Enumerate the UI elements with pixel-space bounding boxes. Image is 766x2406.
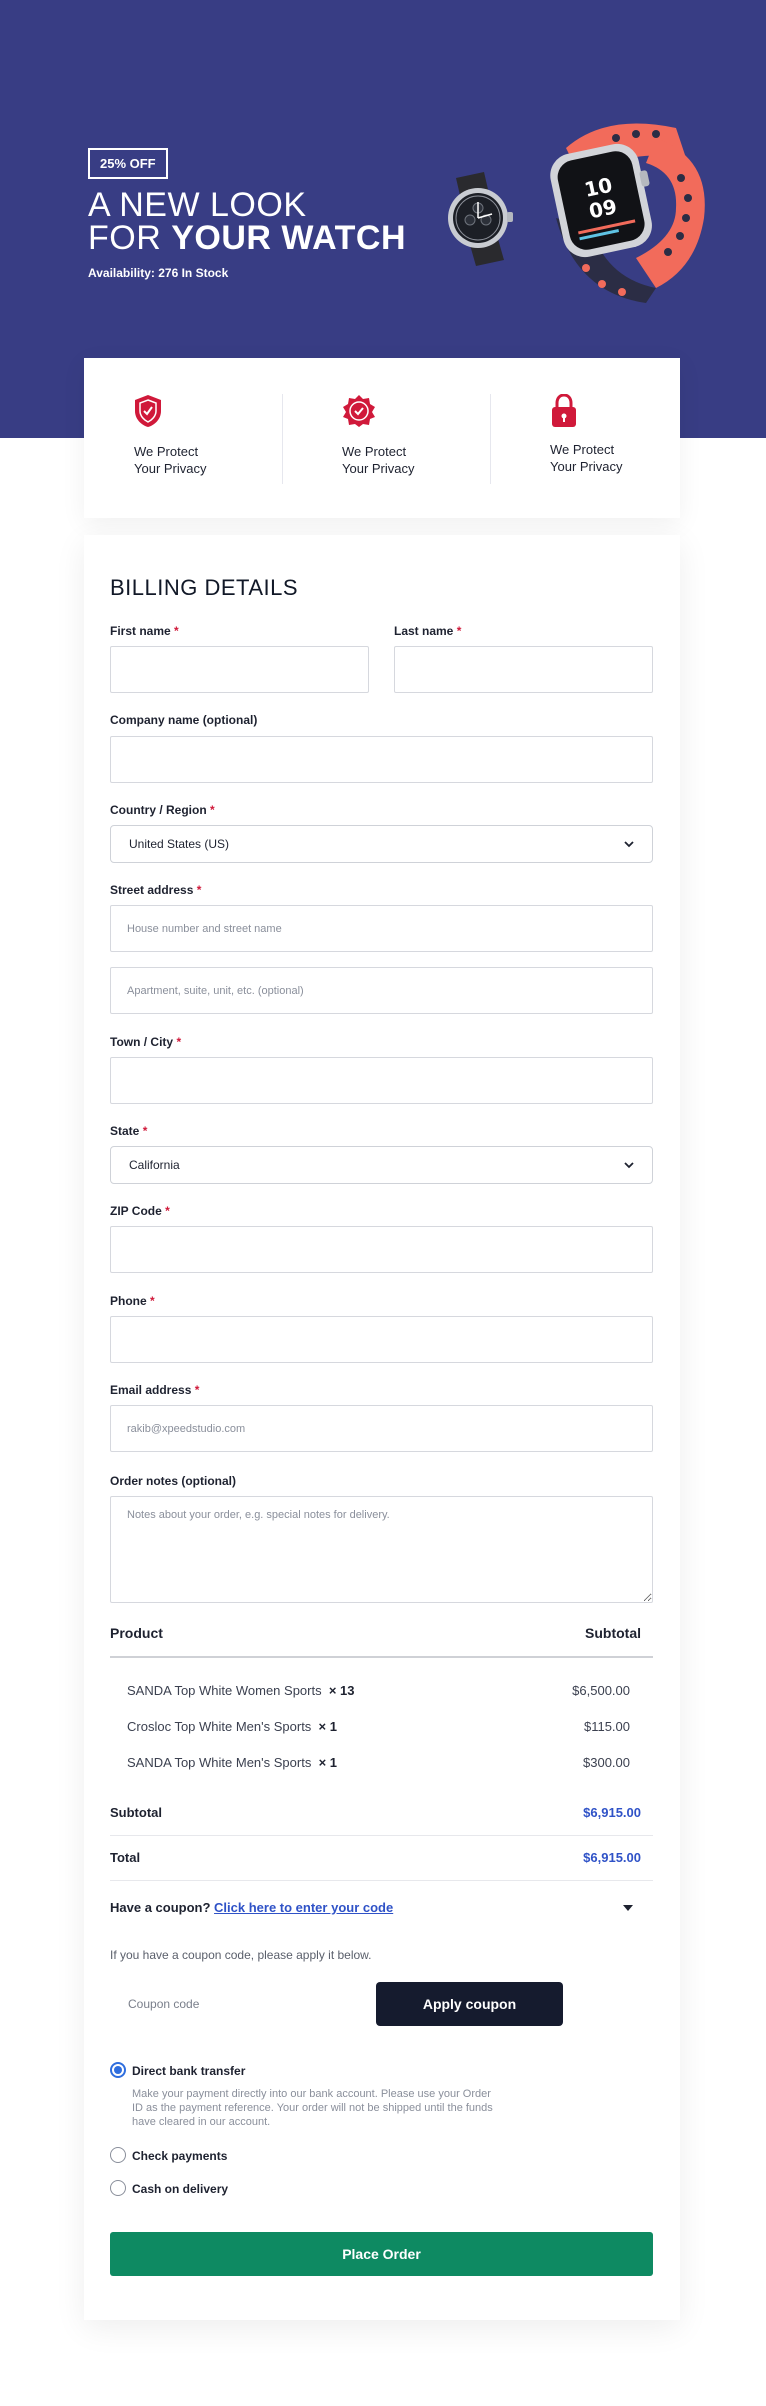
coupon-note: If you have a coupon code, please apply … bbox=[110, 1948, 372, 1962]
first-name-input[interactable] bbox=[110, 646, 369, 693]
country-selected-value: United States (US) bbox=[129, 837, 230, 851]
classic-watch-image bbox=[448, 172, 513, 266]
bank-transfer-description: Make your payment directly into our bank… bbox=[132, 2088, 493, 2128]
item-qty: × 1 bbox=[318, 1719, 337, 1734]
last-name-input[interactable] bbox=[394, 646, 653, 693]
total-label: Total bbox=[110, 1850, 141, 1865]
item-price: $300.00 bbox=[583, 1755, 630, 1770]
street-address-input[interactable] bbox=[110, 905, 653, 952]
order-notes-label: Order notes (optional) bbox=[110, 1474, 236, 1488]
feature-subtitle: Your Privacy bbox=[342, 461, 415, 476]
state-label: State * bbox=[110, 1124, 148, 1138]
item-name: SANDA Top White Men's Sports bbox=[127, 1755, 312, 1770]
country-label: Country / Region * bbox=[110, 803, 215, 817]
city-label: Town / City * bbox=[110, 1035, 182, 1049]
bank-transfer-label[interactable]: Direct bank transfer bbox=[132, 2064, 245, 2078]
padlock-icon bbox=[552, 393, 576, 427]
discount-badge: 25% OFF bbox=[88, 148, 168, 179]
smart-watch-image: 10 09 bbox=[550, 123, 705, 303]
item-qty: × 1 bbox=[318, 1755, 337, 1770]
state-selected-value: California bbox=[129, 1158, 180, 1172]
feature-title: We Protect bbox=[550, 442, 615, 457]
badge-check-icon bbox=[343, 395, 375, 427]
order-notes-textarea[interactable] bbox=[110, 1496, 653, 1603]
street-address-2-input[interactable] bbox=[110, 967, 653, 1014]
item-price: $6,500.00 bbox=[572, 1683, 630, 1698]
shield-check-icon bbox=[135, 395, 161, 427]
place-order-button[interactable]: Place Order bbox=[110, 2232, 653, 2276]
phone-input[interactable] bbox=[110, 1316, 653, 1363]
zip-label: ZIP Code * bbox=[110, 1204, 170, 1218]
first-name-label: First name * bbox=[110, 624, 179, 638]
feature-divider bbox=[282, 394, 283, 484]
check-payments-radio[interactable] bbox=[110, 2147, 126, 2163]
order-item: Crosloc Top White Men's Sports × 1 $115.… bbox=[127, 1719, 630, 1734]
email-input[interactable] bbox=[110, 1405, 653, 1452]
check-payments-label[interactable]: Check payments bbox=[132, 2149, 227, 2163]
subtotal-amount: $6,915.00 bbox=[583, 1805, 641, 1820]
chevron-down-icon bbox=[624, 1162, 634, 1169]
cash-on-delivery-label[interactable]: Cash on delivery bbox=[132, 2182, 228, 2196]
billing-title: BILLING DETAILS bbox=[110, 575, 299, 600]
caret-down-icon[interactable] bbox=[623, 1905, 633, 1911]
apply-coupon-button[interactable]: Apply coupon bbox=[376, 1982, 563, 2026]
bank-transfer-radio[interactable] bbox=[110, 2062, 126, 2078]
item-price: $115.00 bbox=[583, 1719, 630, 1734]
coupon-toggle-row: Have a coupon? Click here to enter your … bbox=[110, 1900, 653, 1915]
coupon-link[interactable]: Click here to enter your code bbox=[214, 1900, 393, 1915]
country-select[interactable]: United States (US) bbox=[110, 825, 653, 863]
feature-item: We Protect Your Privacy bbox=[500, 393, 680, 475]
chevron-down-icon bbox=[624, 841, 634, 848]
feature-divider bbox=[490, 394, 491, 484]
feature-subtitle: Your Privacy bbox=[550, 459, 623, 474]
item-name: Crosloc Top White Men's Sports bbox=[127, 1719, 312, 1734]
company-label: Company name (optional) bbox=[110, 713, 258, 727]
email-label: Email address * bbox=[110, 1383, 200, 1397]
hero-title-line2: FOR YOUR WATCH bbox=[88, 219, 407, 257]
feature-item: We Protect Your Privacy bbox=[292, 394, 472, 477]
order-divider bbox=[110, 1656, 653, 1658]
summary-divider bbox=[110, 1880, 653, 1881]
feature-subtitle: Your Privacy bbox=[134, 461, 207, 476]
subtotal-label: Subtotal bbox=[110, 1805, 162, 1820]
subtotal-row: Subtotal $6,915.00 bbox=[110, 1805, 653, 1820]
feature-title: We Protect bbox=[342, 444, 407, 459]
street-label: Street address * bbox=[110, 883, 202, 897]
state-select[interactable]: California bbox=[110, 1146, 653, 1184]
order-item: SANDA Top White Men's Sports × 1 $300.00 bbox=[127, 1755, 630, 1770]
zip-input[interactable] bbox=[110, 1226, 653, 1273]
feature-item: We Protect Your Privacy bbox=[84, 394, 264, 477]
item-name: SANDA Top White Women Sports bbox=[127, 1683, 322, 1698]
phone-label: Phone * bbox=[110, 1294, 155, 1308]
coupon-question: Have a coupon? bbox=[110, 1900, 211, 1915]
city-input[interactable] bbox=[110, 1057, 653, 1104]
feature-strip: We Protect Your Privacy We Protect Your Pr… bbox=[84, 358, 680, 518]
summary-divider bbox=[110, 1835, 653, 1836]
cash-on-delivery-radio[interactable] bbox=[110, 2180, 126, 2196]
feature-title: We Protect bbox=[134, 444, 199, 459]
total-row: Total $6,915.00 bbox=[110, 1850, 653, 1865]
subtotal-column-header: Subtotal bbox=[585, 1625, 641, 1641]
availability-text: Availability: 276 In Stock bbox=[88, 266, 229, 280]
checkout-card: BILLING DETAILS First name * Last name *… bbox=[84, 535, 680, 2320]
order-item: SANDA Top White Women Sports × 13 $6,500… bbox=[127, 1683, 630, 1698]
last-name-label: Last name * bbox=[394, 624, 462, 638]
coupon-code-input[interactable] bbox=[110, 1982, 360, 2026]
item-qty: × 13 bbox=[328, 1683, 355, 1698]
product-column-header: Product bbox=[110, 1625, 163, 1641]
order-table-header: Product Subtotal bbox=[110, 1625, 653, 1641]
total-amount: $6,915.00 bbox=[583, 1850, 641, 1865]
company-input[interactable] bbox=[110, 736, 653, 783]
